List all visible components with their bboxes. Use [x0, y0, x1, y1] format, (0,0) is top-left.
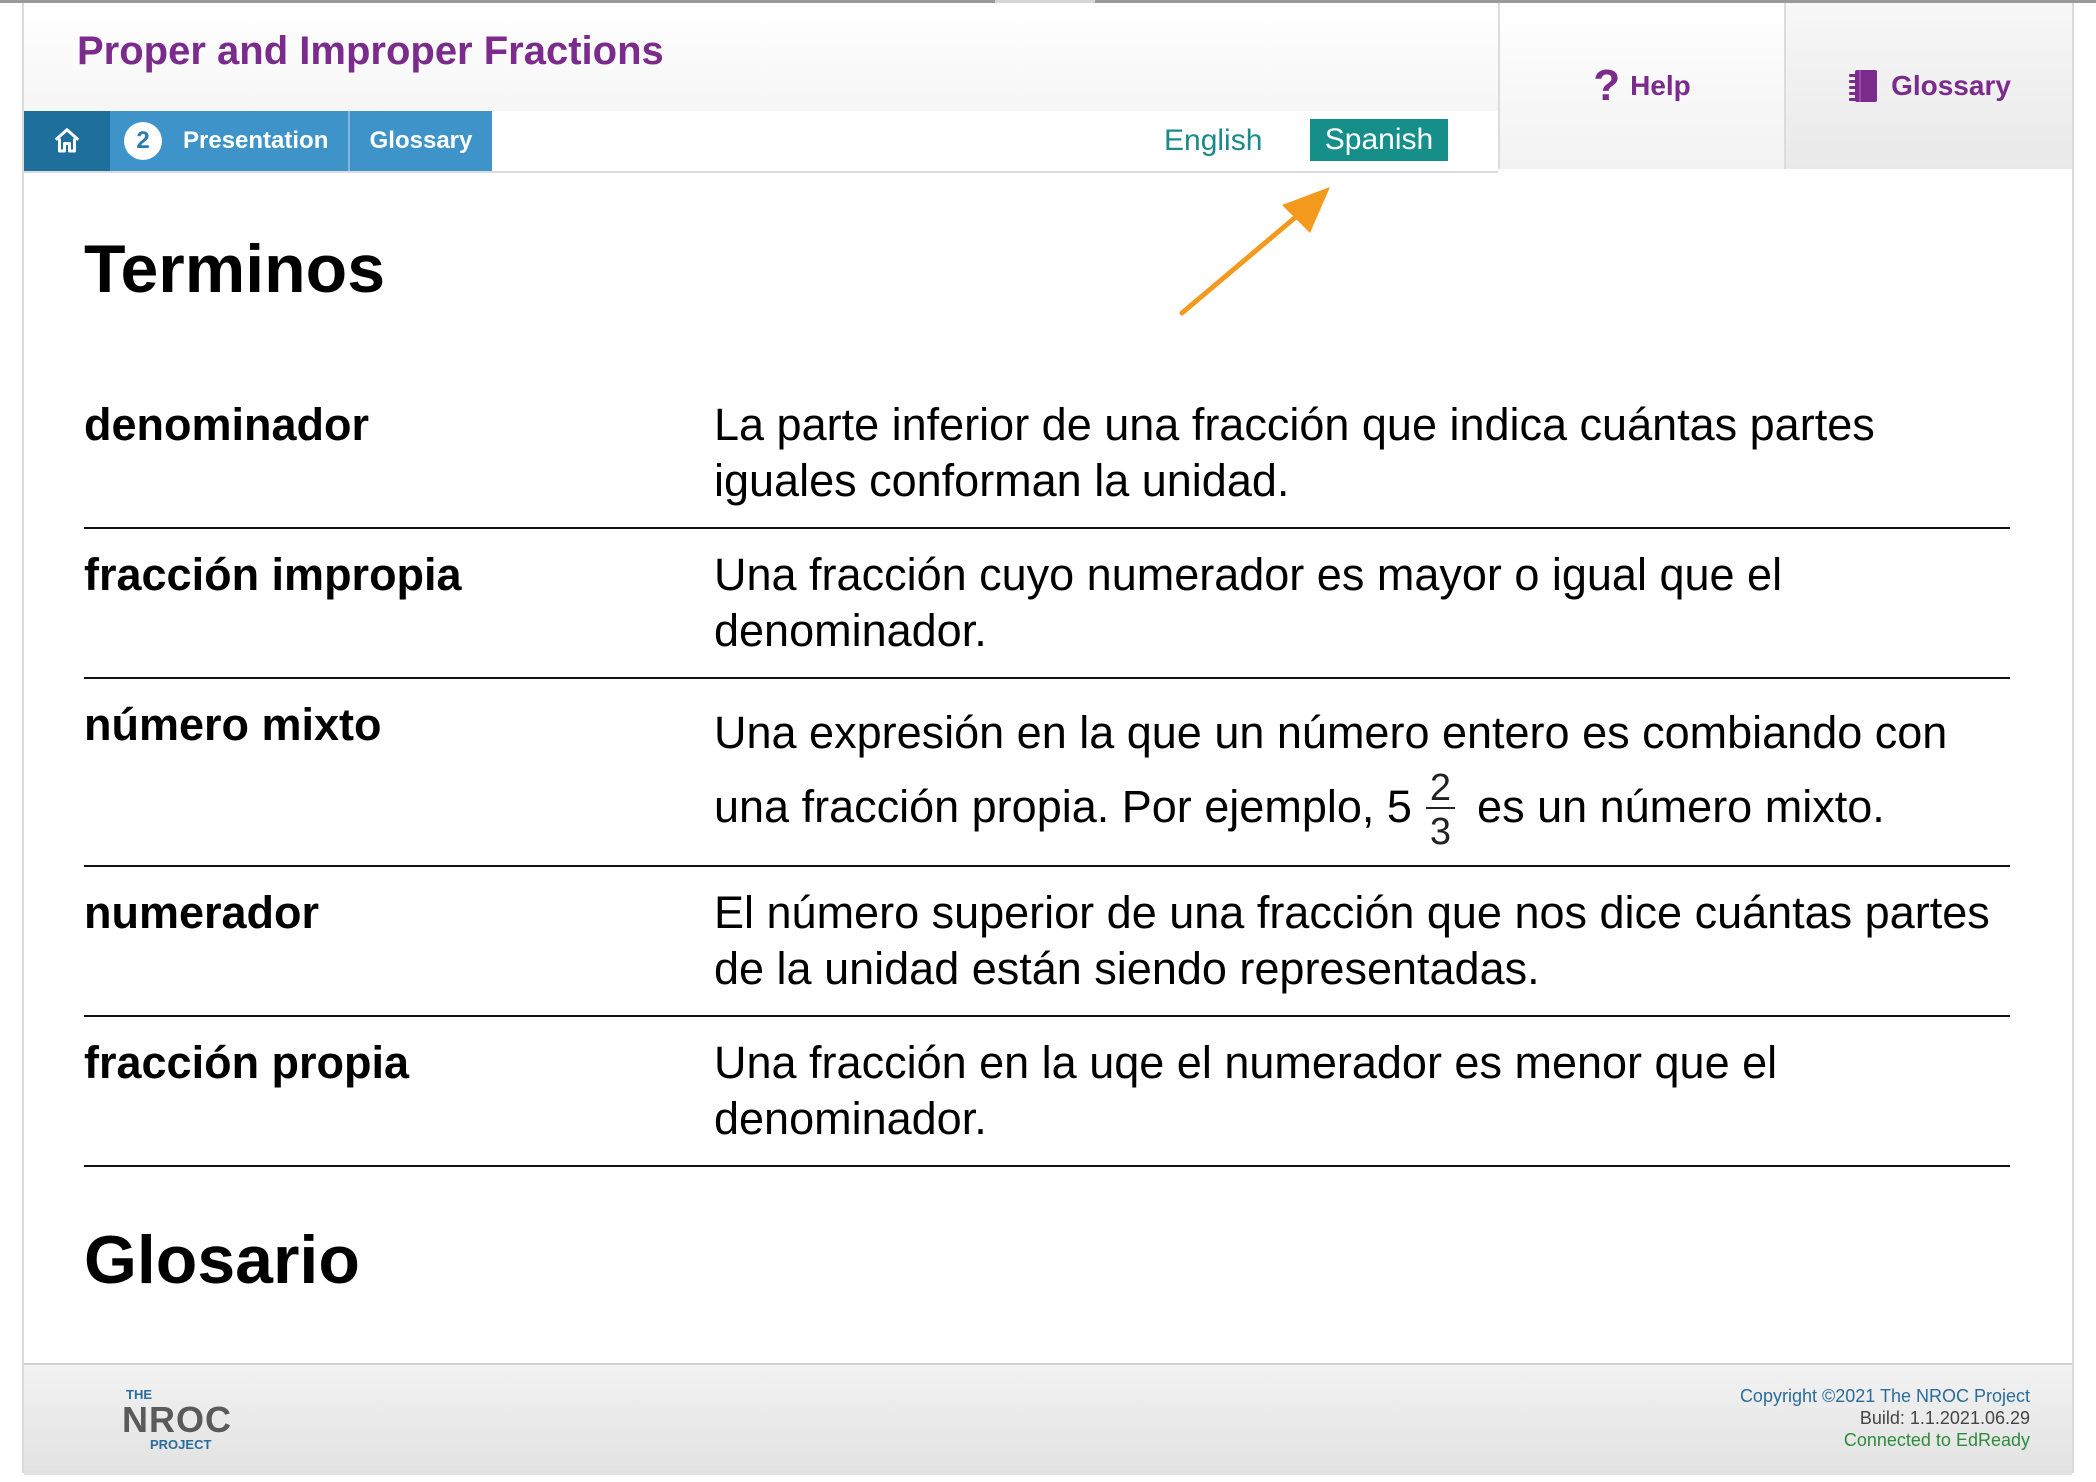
term-row: fracción propia Una fracción en la uqe e… — [84, 1017, 2010, 1167]
fraction-numerator: 2 — [1425, 769, 1456, 809]
home-button[interactable] — [24, 111, 110, 171]
presentation-tab[interactable]: 2 Presentation — [110, 111, 350, 171]
footer: THE NROC PROJECT Copyright ©2021 The NRO… — [24, 1363, 2072, 1475]
help-button-label: Help — [1630, 70, 1691, 101]
fraction-example: 23 — [1425, 769, 1456, 853]
terms-section-title: Terminos — [84, 231, 386, 307]
glossary-tab[interactable]: Glossary — [350, 111, 492, 171]
definition-text-after-fraction: es un número mixto. — [1477, 780, 1885, 832]
help-button[interactable]: ? Help — [1498, 3, 1784, 169]
glossary-section-title: Glosario — [84, 1221, 360, 1298]
lesson-header: Proper and Improper Fractions — [24, 3, 1498, 111]
terms-table: denominador La parte inferior de una fra… — [84, 379, 2010, 1167]
step-number-badge: 2 — [124, 122, 162, 160]
term-row: numerador El número superior de una frac… — [84, 867, 2010, 1017]
build-version: Build: 1.1.2021.06.29 — [1859, 1408, 2030, 1428]
term-name: fracción impropia — [84, 548, 462, 600]
term-name: numerador — [84, 886, 320, 938]
english-language-link[interactable]: English — [1164, 121, 1262, 161]
term-definition: Una expresión en la que un número entero… — [714, 697, 2010, 851]
term-name: fracción propia — [84, 1036, 410, 1088]
logo-project-text: PROJECT — [150, 1437, 212, 1452]
notebook-icon — [1849, 70, 1878, 102]
glossary-button-label: Glossary — [1891, 70, 2011, 101]
home-icon — [54, 128, 80, 153]
term-definition: La parte inferior de una fracción que in… — [714, 398, 1875, 506]
glossary-button[interactable]: Glossary — [1784, 3, 2072, 169]
question-mark-icon: ? — [1593, 61, 1621, 110]
glossary-content[interactable]: Terminos denominador La parte inferior d… — [84, 172, 2012, 1362]
fraction-denominator: 3 — [1429, 810, 1452, 853]
term-name: denominador — [84, 398, 370, 450]
lesson-title: Proper and Improper Fractions — [77, 29, 664, 73]
copyright-text: Copyright ©2021 The NROC Project — [1739, 1386, 2030, 1406]
connection-status: Connected to EdReady — [1843, 1430, 2030, 1450]
footer-info: Copyright ©2021 The NROC Project Build: … — [1740, 1385, 2030, 1451]
term-row: denominador La parte inferior de una fra… — [84, 379, 2010, 529]
spanish-language-button[interactable]: Spanish — [1310, 119, 1448, 161]
term-definition: Una fracción cuyo numerador es mayor o i… — [714, 548, 1783, 656]
term-row: fracción impropia Una fracción cuyo nume… — [84, 529, 2010, 679]
term-definition: Una fracción en la uqe el numerador es m… — [714, 1036, 1778, 1144]
nroc-logo: THE NROC PROJECT — [122, 1387, 252, 1457]
term-definition: El número superior de una fracción que n… — [714, 886, 1990, 994]
presentation-tab-label: Presentation — [183, 127, 329, 154]
logo-nroc-text: NROC — [122, 1399, 232, 1440]
term-name: número mixto — [84, 698, 382, 750]
term-row: número mixto Una expresión en la que un … — [84, 679, 2010, 867]
nav-bar: 2 Presentation Glossary English Spanish — [24, 111, 1498, 173]
